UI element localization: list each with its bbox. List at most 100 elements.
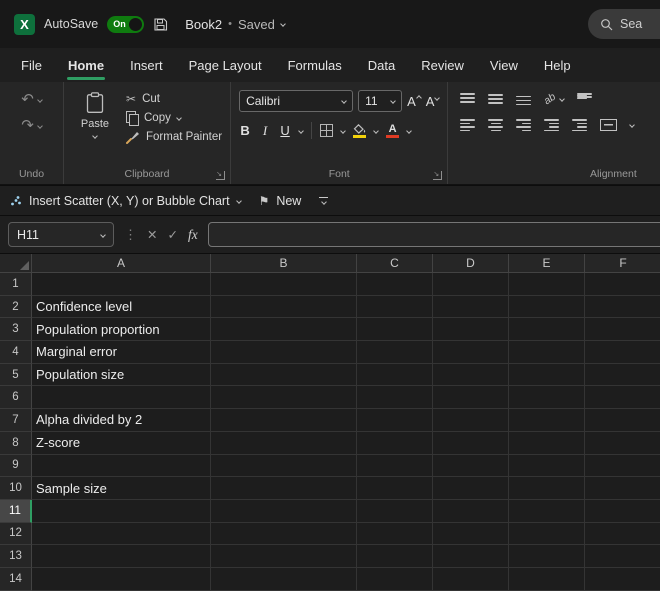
cell-D3[interactable] bbox=[433, 318, 509, 342]
cell-A11[interactable] bbox=[32, 499, 211, 523]
cell-F1[interactable] bbox=[585, 273, 660, 296]
menu-tab-file[interactable]: File bbox=[8, 48, 55, 82]
menu-tab-view[interactable]: View bbox=[477, 48, 531, 82]
menu-tab-home[interactable]: Home bbox=[55, 48, 117, 82]
cell-A5[interactable]: Population size bbox=[32, 363, 211, 387]
cell-D5[interactable] bbox=[433, 363, 509, 387]
cell-F13[interactable] bbox=[585, 545, 660, 568]
cell-D10[interactable] bbox=[433, 477, 509, 500]
cell-F4[interactable] bbox=[585, 341, 660, 364]
cell-E2[interactable] bbox=[509, 295, 585, 319]
undo-button[interactable]: ↶ bbox=[21, 92, 43, 107]
cell-D14[interactable] bbox=[433, 567, 509, 591]
increase-font-size-button[interactable]: A bbox=[407, 94, 422, 109]
row-header-4[interactable]: 4 bbox=[0, 341, 32, 364]
cell-E4[interactable] bbox=[509, 341, 585, 364]
cell-A2[interactable]: Confidence level bbox=[32, 295, 211, 319]
row-header-13[interactable]: 13 bbox=[0, 545, 32, 568]
cell-E6[interactable] bbox=[509, 386, 585, 410]
cell-A6[interactable] bbox=[32, 386, 211, 410]
format-painter-button[interactable]: Format Painter bbox=[126, 130, 222, 144]
cell-F14[interactable] bbox=[585, 568, 660, 591]
cell-E14[interactable] bbox=[509, 567, 585, 591]
cell-C5[interactable] bbox=[357, 363, 433, 387]
cell-E13[interactable] bbox=[509, 545, 585, 568]
insert-function-button[interactable]: fx bbox=[188, 227, 198, 243]
cell-C7[interactable] bbox=[357, 409, 433, 432]
save-button[interactable] bbox=[153, 17, 168, 32]
cell-F3[interactable] bbox=[585, 318, 660, 342]
cell-B8[interactable] bbox=[211, 431, 357, 455]
cell-C9[interactable] bbox=[357, 454, 433, 478]
cell-D4[interactable] bbox=[433, 341, 509, 364]
cell-B9[interactable] bbox=[211, 454, 357, 478]
cell-E11[interactable] bbox=[509, 499, 585, 523]
cell-D1[interactable] bbox=[433, 273, 509, 296]
row-header-3[interactable]: 3 bbox=[0, 318, 32, 342]
cell-A10[interactable]: Sample size bbox=[32, 477, 211, 500]
column-header-B[interactable]: B bbox=[211, 254, 357, 273]
select-all-corner[interactable] bbox=[0, 254, 32, 273]
align-bottom-button[interactable] bbox=[516, 93, 532, 105]
cell-D8[interactable] bbox=[433, 431, 509, 455]
cut-button[interactable]: ✂ Cut bbox=[126, 93, 222, 105]
cell-E10[interactable] bbox=[509, 477, 585, 500]
cancel-button[interactable]: ✕ bbox=[147, 227, 157, 242]
insert-scatter-chart-button[interactable]: Insert Scatter (X, Y) or Bubble Chart bbox=[10, 194, 242, 208]
cell-A9[interactable] bbox=[32, 454, 211, 478]
font-color-button[interactable]: A bbox=[386, 123, 400, 138]
cell-D2[interactable] bbox=[433, 295, 509, 319]
italic-button[interactable]: I bbox=[259, 123, 271, 139]
increase-indent-button[interactable] bbox=[572, 119, 588, 131]
font-size-select[interactable]: 11 bbox=[358, 90, 403, 112]
menu-tab-review[interactable]: Review bbox=[408, 48, 477, 82]
cell-D6[interactable] bbox=[433, 386, 509, 410]
menu-tab-data[interactable]: Data bbox=[355, 48, 408, 82]
cell-B12[interactable] bbox=[211, 522, 357, 546]
autosave-toggle[interactable]: On bbox=[107, 15, 145, 33]
cell-F6[interactable] bbox=[585, 386, 660, 410]
cell-B7[interactable] bbox=[211, 409, 357, 432]
cell-D11[interactable] bbox=[433, 499, 509, 523]
menu-tab-help[interactable]: Help bbox=[531, 48, 584, 82]
cell-C11[interactable] bbox=[357, 499, 433, 523]
decrease-font-size-button[interactable]: A bbox=[426, 94, 441, 109]
cell-B3[interactable] bbox=[211, 318, 357, 342]
cell-A1[interactable] bbox=[32, 273, 211, 296]
new-button[interactable]: ⚑ New bbox=[259, 194, 302, 208]
cell-F12[interactable] bbox=[585, 523, 660, 546]
cell-B14[interactable] bbox=[211, 567, 357, 591]
align-middle-button[interactable] bbox=[488, 93, 504, 105]
cell-B6[interactable] bbox=[211, 386, 357, 410]
font-name-select[interactable]: Calibri bbox=[239, 90, 354, 112]
column-header-F[interactable]: F bbox=[585, 254, 660, 273]
align-center-button[interactable] bbox=[488, 119, 504, 131]
cell-B11[interactable] bbox=[211, 499, 357, 523]
cell-E9[interactable] bbox=[509, 454, 585, 478]
align-top-button[interactable] bbox=[460, 93, 476, 105]
borders-button[interactable] bbox=[320, 124, 334, 137]
cell-E3[interactable] bbox=[509, 318, 585, 342]
cell-A12[interactable] bbox=[32, 522, 211, 546]
cell-B5[interactable] bbox=[211, 363, 357, 387]
copy-button[interactable]: Copy bbox=[126, 111, 222, 126]
fill-color-button[interactable] bbox=[353, 123, 367, 138]
underline-button[interactable]: U bbox=[279, 123, 291, 138]
menu-tab-insert[interactable]: Insert bbox=[117, 48, 176, 82]
formula-input[interactable] bbox=[207, 222, 660, 247]
cell-E12[interactable] bbox=[509, 522, 585, 546]
decrease-indent-button[interactable] bbox=[544, 119, 560, 131]
row-header-6[interactable]: 6 bbox=[0, 386, 32, 410]
cell-E8[interactable] bbox=[509, 431, 585, 455]
row-header-5[interactable]: 5 bbox=[0, 363, 32, 387]
row-header-1[interactable]: 1 bbox=[0, 273, 32, 296]
align-left-button[interactable] bbox=[460, 119, 476, 131]
column-header-E[interactable]: E bbox=[509, 254, 585, 273]
cell-D7[interactable] bbox=[433, 409, 509, 432]
cell-D13[interactable] bbox=[433, 545, 509, 568]
document-title[interactable]: Book2 • Saved bbox=[185, 17, 286, 32]
cell-C10[interactable] bbox=[357, 477, 433, 500]
menu-tab-page-layout[interactable]: Page Layout bbox=[176, 48, 275, 82]
cell-A13[interactable] bbox=[32, 545, 211, 568]
cell-F10[interactable] bbox=[585, 477, 660, 500]
